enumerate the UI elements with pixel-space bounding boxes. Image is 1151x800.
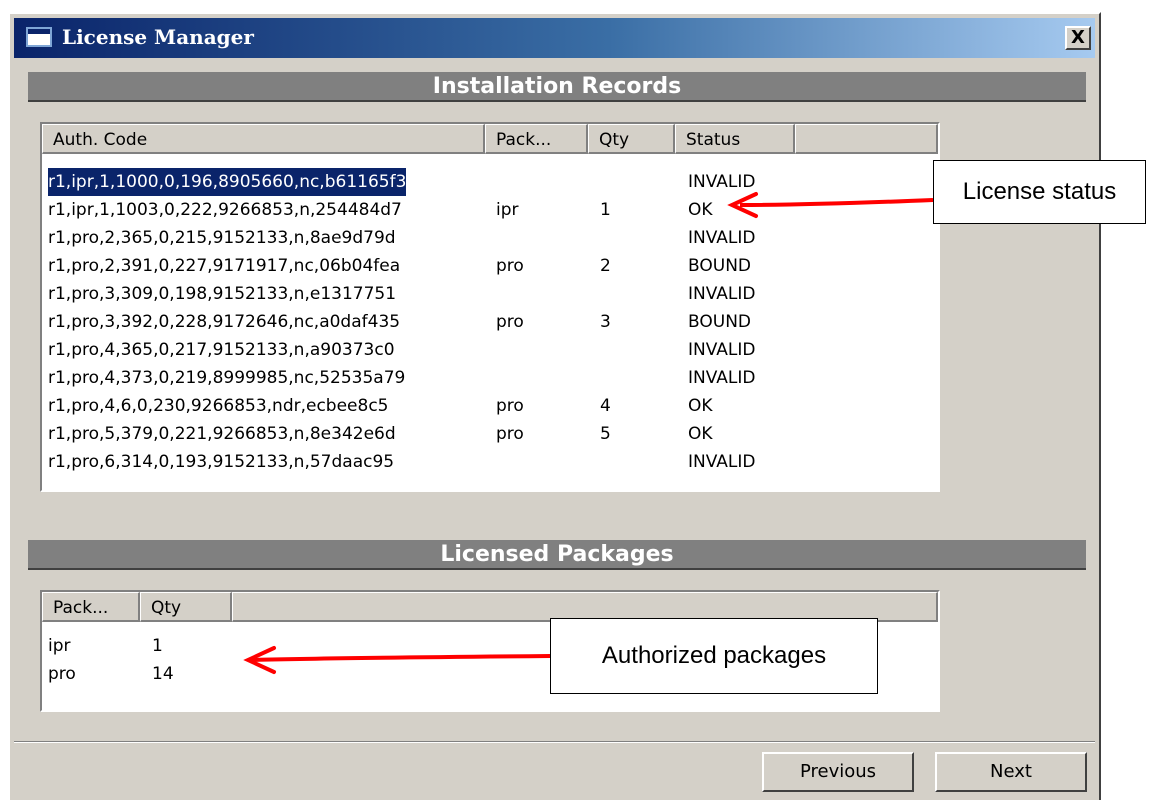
status-cell: INVALID [688, 340, 756, 360]
auth-code-cell: r1,pro,3,392,0,228,9172646,nc,a0daf435 [48, 312, 401, 332]
column-package[interactable]: Pack... [485, 124, 588, 154]
installation-records-header: Installation Records [28, 72, 1086, 102]
qty-cell: 3 [600, 312, 611, 332]
authorized-packages-callout: Authorized packages [550, 618, 878, 694]
qty-cell: 14 [152, 664, 174, 684]
table-row[interactable]: r1,pro,5,379,0,221,9266853,n,8e342e6d pro… [42, 420, 938, 448]
installation-records-list[interactable]: Auth. Code Pack... Qty Status r1,ipr,1,1… [40, 122, 940, 492]
status-cell: INVALID [688, 284, 756, 304]
table-row[interactable]: r1,pro,3,392,0,228,9172646,nc,a0daf435 pr… [42, 308, 938, 336]
auth-code-cell: r1,pro,2,365,0,215,9152133,n,8ae9d79d [48, 228, 396, 248]
status-cell: INVALID [688, 228, 756, 248]
column-filler [795, 124, 938, 154]
previous-button[interactable]: Previous [762, 752, 914, 792]
package-cell: pro [496, 424, 524, 444]
licensed-packages-header: Licensed Packages [28, 540, 1086, 570]
status-cell: BOUND [688, 312, 751, 332]
close-button[interactable]: X [1065, 26, 1091, 50]
auth-code-cell: r1,pro,3,309,0,198,9152133,n,e1317751 [48, 284, 397, 304]
column-package[interactable]: Pack... [42, 592, 140, 622]
status-cell: INVALID [688, 452, 756, 472]
table-row[interactable]: r1,ipr,1,1000,0,196,8905660,nc,b61165f3 I… [42, 167, 938, 197]
footer-divider [14, 741, 1095, 743]
auth-code-cell: r1,pro,6,314,0,193,9152133,n,57daac95 [48, 452, 395, 472]
column-auth-code[interactable]: Auth. Code [42, 124, 485, 154]
installation-records-column-header: Auth. Code Pack... Qty Status [42, 124, 938, 154]
qty-cell: 2 [600, 256, 611, 276]
auth-code-cell: r1,pro,4,373,0,219,8999985,nc,52535a79 [48, 368, 406, 388]
license-status-callout: License status [933, 160, 1146, 224]
title-bar[interactable]: License Manager X [14, 18, 1095, 58]
package-cell: ipr [496, 200, 519, 220]
qty-cell: 1 [600, 200, 611, 220]
package-cell: pro [48, 664, 76, 684]
status-cell: OK [688, 396, 713, 416]
status-cell: OK [688, 424, 713, 444]
package-cell: pro [496, 396, 524, 416]
status-cell: OK [688, 200, 713, 220]
qty-cell: 1 [152, 636, 163, 656]
qty-cell: 4 [600, 396, 611, 416]
status-cell: BOUND [688, 256, 751, 276]
column-status[interactable]: Status [675, 124, 795, 154]
auth-code-cell: r1,pro,4,6,0,230,9266853,ndr,ecbee8c5 [48, 396, 389, 416]
table-row[interactable]: r1,ipr,1,1003,0,222,9266853,n,254484d7 ip… [42, 196, 938, 224]
qty-cell: 5 [600, 424, 611, 444]
package-cell: pro [496, 256, 524, 276]
auth-code-cell: r1,pro,5,379,0,221,9266853,n,8e342e6d [48, 424, 396, 444]
column-qty[interactable]: Qty [588, 124, 675, 154]
table-row[interactable]: r1,pro,6,314,0,193,9152133,n,57daac95 INV… [42, 448, 938, 476]
status-cell: INVALID [688, 172, 756, 192]
table-row[interactable]: r1,pro,2,391,0,227,9171917,nc,06b04fea pr… [42, 252, 938, 280]
table-row[interactable]: r1,pro,4,365,0,217,9152133,n,a90373c0 INV… [42, 336, 938, 364]
window-title: License Manager [62, 25, 254, 49]
package-cell: pro [496, 312, 524, 332]
table-row[interactable]: r1,pro,2,365,0,215,9152133,n,8ae9d79d INV… [42, 224, 938, 252]
auth-code-cell: r1,ipr,1,1000,0,196,8905660,nc,b61165f3 [46, 167, 408, 197]
table-row[interactable]: r1,pro,3,309,0,198,9152133,n,e1317751 INV… [42, 280, 938, 308]
next-button[interactable]: Next [935, 752, 1087, 792]
status-cell: INVALID [688, 368, 756, 388]
package-cell: ipr [48, 636, 71, 656]
table-row[interactable]: r1,pro,4,6,0,230,9266853,ndr,ecbee8c5 pro… [42, 392, 938, 420]
auth-code-cell: r1,pro,2,391,0,227,9171917,nc,06b04fea [48, 256, 401, 276]
column-qty[interactable]: Qty [140, 592, 232, 622]
table-row[interactable]: r1,pro,4,373,0,219,8999985,nc,52535a79 IN… [42, 364, 938, 392]
window-icon [26, 27, 52, 47]
auth-code-cell: r1,ipr,1,1003,0,222,9266853,n,254484d7 [48, 200, 402, 220]
auth-code-cell: r1,pro,4,365,0,217,9152133,n,a90373c0 [48, 340, 395, 360]
